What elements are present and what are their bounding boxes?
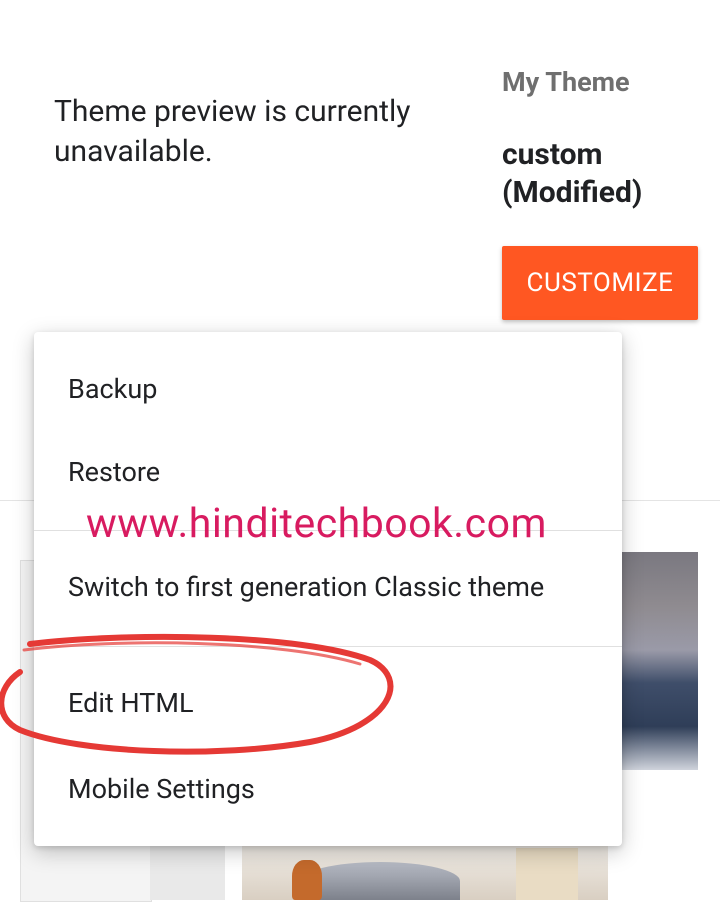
menu-item-label: Mobile Settings xyxy=(68,773,255,805)
theme-name: custom (Modified) xyxy=(502,137,643,210)
theme-options-menu: Backup Restore Switch to first generatio… xyxy=(34,332,622,846)
thumbnail-vase-shape xyxy=(292,860,322,900)
menu-item-label: Backup xyxy=(68,373,158,405)
thumbnail-lamp-shape xyxy=(516,848,578,900)
menu-item-switch-classic[interactable]: Switch to first generation Classic theme xyxy=(34,544,622,630)
customize-button[interactable]: CUSTOMIZE xyxy=(502,246,698,320)
thumbnail-decor-shape xyxy=(300,862,460,900)
menu-item-mobile-settings[interactable]: Mobile Settings xyxy=(34,746,622,832)
menu-item-label: Switch to first generation Classic theme xyxy=(68,571,545,603)
menu-item-label: Edit HTML xyxy=(68,687,194,719)
menu-separator xyxy=(34,646,622,647)
theme-preview-unavailable-text: Theme preview is currently unavailable. xyxy=(54,94,411,169)
my-theme-label: My Theme xyxy=(502,66,630,98)
menu-item-backup[interactable]: Backup xyxy=(34,344,622,434)
menu-separator xyxy=(34,530,622,531)
theme-thumbnail-right[interactable] xyxy=(622,552,698,770)
menu-item-label: Restore xyxy=(68,456,161,488)
menu-item-edit-html[interactable]: Edit HTML xyxy=(34,660,622,746)
menu-item-restore[interactable]: Restore xyxy=(34,430,622,514)
